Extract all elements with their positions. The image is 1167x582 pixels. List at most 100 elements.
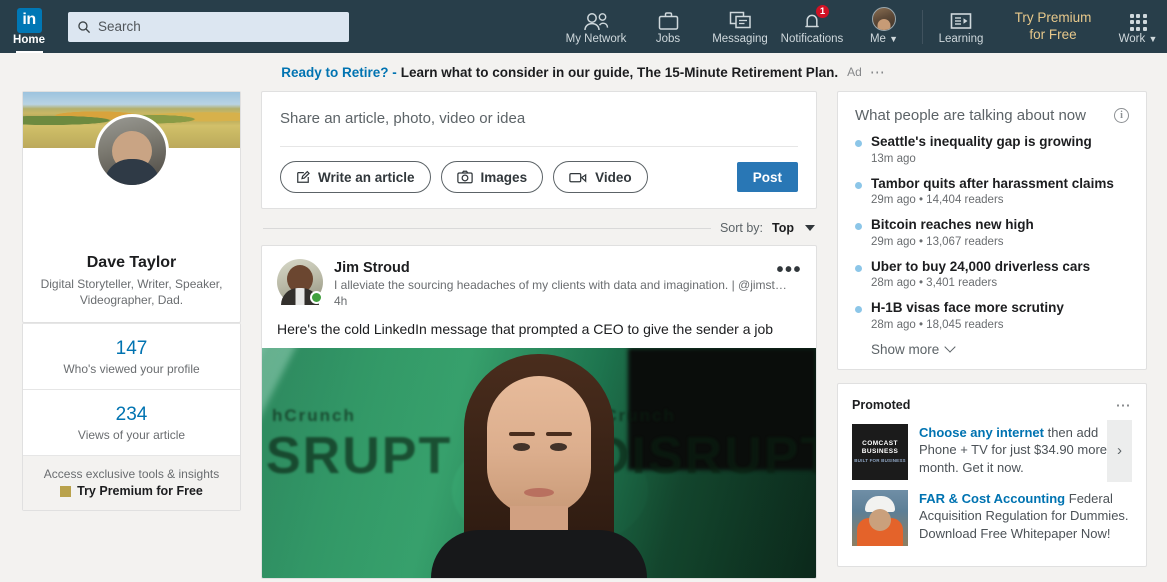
images-button[interactable]: Images: [440, 161, 544, 193]
online-status-indicator: [310, 291, 323, 304]
stat-article-views[interactable]: 234 Views of your article: [23, 389, 240, 455]
premium-line-1: Try Premium: [1014, 9, 1092, 25]
write-article-button[interactable]: Write an article: [280, 161, 431, 193]
search-icon: [78, 20, 91, 33]
share-input[interactable]: Share an article, photo, video or idea: [280, 110, 798, 146]
right-sidebar: What people are talking about now i Seat…: [837, 91, 1147, 567]
nav-item-jobs[interactable]: Jobs: [632, 0, 704, 53]
nav-right-group: My Network Jobs Messaging 1 Notification…: [560, 0, 1167, 53]
sort-label: Sort by:: [719, 221, 764, 235]
try-premium-nav-link[interactable]: Try Premium for Free: [997, 10, 1109, 44]
news-item[interactable]: Uber to buy 24,000 driverless cars 28m a…: [855, 258, 1129, 289]
chevron-down-icon: ▼: [889, 33, 899, 44]
premium-badge-icon: [60, 485, 72, 497]
search-input[interactable]: Search: [68, 11, 349, 42]
info-icon[interactable]: i: [1114, 108, 1129, 123]
stat-label: Who's viewed your profile: [63, 362, 200, 377]
post-author-name[interactable]: Jim Stroud: [334, 260, 787, 276]
briefcase-icon: [658, 9, 679, 31]
premium-line-2: for Free: [1029, 26, 1077, 42]
chevron-down-icon[interactable]: [805, 225, 815, 231]
chevron-down-icon: ▼: [1148, 33, 1158, 44]
promoted-headline[interactable]: FAR & Cost Accounting: [919, 491, 1065, 506]
nav-label: Jobs: [655, 32, 681, 45]
nav-item-me[interactable]: Me ▼: [848, 0, 920, 53]
nav-item-messaging[interactable]: Messaging: [704, 0, 776, 53]
left-sidebar: Dave Taylor Digital Storyteller, Writer,…: [22, 91, 241, 512]
profile-tagline: Digital Storyteller, Writer, Speaker, Vi…: [40, 277, 223, 308]
video-button[interactable]: Video: [553, 161, 648, 193]
news-item[interactable]: Tambor quits after harassment claims 29m…: [855, 175, 1129, 207]
nav-label: Messaging: [712, 32, 768, 45]
promoted-title: Promoted: [852, 397, 911, 412]
news-headline: Tambor quits after harassment claims: [871, 175, 1114, 191]
share-box: Share an article, photo, video or idea W…: [261, 91, 817, 209]
news-item[interactable]: Bitcoin reaches new high 29m ago • 13,06…: [855, 217, 1129, 248]
post-image[interactable]: hCrunch SRUPT hCrunch DISRUPT: [262, 348, 816, 578]
divider: [263, 227, 711, 229]
page-body: Dave Taylor Digital Storyteller, Writer,…: [0, 91, 1167, 579]
promoted-item[interactable]: COMCAST BUSINESS BUILT FOR BUSINESS Choo…: [852, 423, 1132, 480]
stat-value: 234: [115, 404, 148, 426]
post-timestamp: 4h: [334, 294, 348, 308]
post-button[interactable]: Post: [736, 162, 798, 192]
premium-cta[interactable]: Try Premium for Free: [31, 484, 232, 498]
chevron-down-icon: [944, 341, 956, 353]
news-headline: Uber to buy 24,000 driverless cars: [871, 258, 1091, 274]
ad-label: Ad: [847, 65, 862, 79]
bullet-icon: [855, 264, 862, 272]
top-ad-banner[interactable]: Ready to Retire? - Learn what to conside…: [0, 53, 1167, 91]
bullet-icon: [855, 181, 862, 189]
news-item[interactable]: H-1B visas face more scrutiny 28m ago • …: [855, 300, 1129, 331]
news-meta: 29m ago • 13,067 readers: [871, 235, 1004, 248]
share-actions-row: Write an article Images Video Post: [280, 146, 798, 208]
news-meta: 29m ago • 14,404 readers: [871, 194, 1004, 207]
premium-upsell-footer[interactable]: Access exclusive tools & insights Try Pr…: [23, 455, 240, 511]
promoted-card: Promoted ⋯ COMCAST BUSINESS BUILT FOR BU…: [837, 382, 1147, 567]
promoted-headline[interactable]: Choose any internet: [919, 425, 1044, 440]
profile-stats-card: 147 Who's viewed your profile 234 Views …: [22, 323, 241, 512]
ellipsis-icon[interactable]: ⋯: [870, 63, 886, 81]
top-navigation-bar: in Home Search My Network Jobs Messaging…: [0, 0, 1167, 53]
stat-profile-views[interactable]: 147 Who's viewed your profile: [23, 323, 240, 389]
active-tab-indicator: [16, 51, 43, 53]
news-item[interactable]: Seattle's inequality gap is growing 13m …: [855, 134, 1129, 165]
photo-subject: [414, 348, 664, 578]
nav-item-my-network[interactable]: My Network: [560, 0, 632, 53]
show-more-button[interactable]: Show more: [855, 341, 1129, 357]
premium-prompt-text: Access exclusive tools & insights: [43, 467, 220, 482]
premium-cta-label: Try Premium for Free: [77, 484, 203, 499]
nav-home-label: Home: [13, 33, 45, 46]
sort-value: Top: [772, 221, 794, 235]
promoted-thumbnail: [852, 489, 908, 546]
avatar[interactable]: [277, 259, 323, 305]
bullet-icon: [855, 306, 862, 314]
promoted-header: Promoted ⋯: [852, 396, 1132, 414]
avatar-icon: [872, 6, 896, 31]
promoted-item[interactable]: FAR & Cost Accounting Federal Acquisitio…: [852, 489, 1132, 546]
people-icon: [583, 9, 609, 31]
bell-icon: 1: [802, 3, 830, 31]
ellipsis-icon[interactable]: ⋯: [1116, 396, 1133, 414]
brand-name: COMCAST BUSINESS: [861, 439, 899, 455]
nav-item-learning[interactable]: Learning: [925, 0, 997, 53]
chevron-right-icon[interactable]: ›: [1107, 419, 1132, 482]
page-title: Dave Taylor: [86, 254, 177, 271]
main-feed: Share an article, photo, video or idea W…: [261, 91, 817, 579]
post-author-block: Jim Stroud I alleviate the sourcing head…: [334, 259, 787, 308]
nav-label: Learning: [938, 32, 984, 45]
backdrop-text: hCrunch: [272, 406, 356, 425]
nav-item-notifications[interactable]: 1 Notifications: [776, 0, 848, 53]
ad-link-text[interactable]: Ready to Retire? -: [281, 65, 397, 80]
avatar[interactable]: [94, 114, 169, 188]
sort-control[interactable]: Sort by: Top: [261, 209, 817, 245]
button-label: Video: [595, 169, 632, 185]
news-card: What people are talking about now i Seat…: [837, 91, 1147, 370]
news-header: What people are talking about now i: [855, 107, 1129, 124]
nav-item-work[interactable]: Work ▼: [1109, 0, 1167, 53]
linkedin-home-logo[interactable]: in Home: [0, 0, 58, 53]
ellipsis-icon[interactable]: •••: [776, 260, 802, 280]
stat-label: Views of your article: [77, 428, 186, 443]
profile-card[interactable]: Dave Taylor Digital Storyteller, Writer,…: [22, 91, 241, 324]
news-title: What people are talking about now: [855, 107, 1086, 124]
